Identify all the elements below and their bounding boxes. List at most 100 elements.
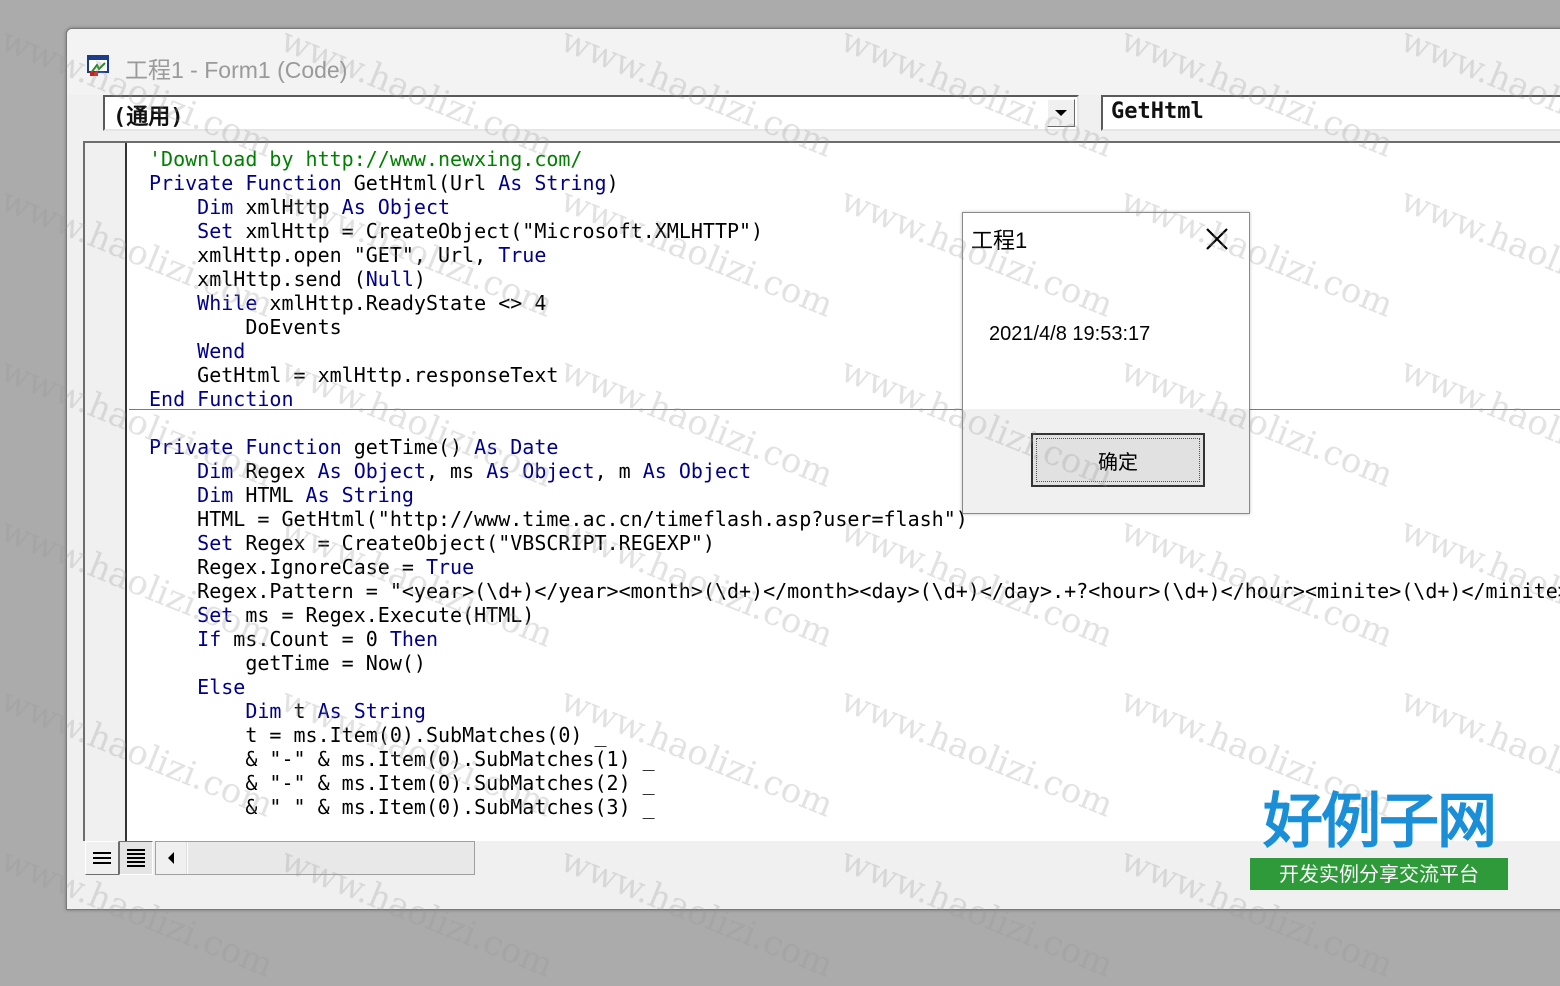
code-keyword: Private Function (149, 435, 342, 459)
close-icon[interactable] (1201, 223, 1233, 255)
code-keyword: Null (365, 267, 414, 291)
code-editor[interactable]: 'Download by http://www.newxing.com/Priv… (83, 141, 1560, 841)
code-keyword: True (425, 555, 475, 579)
code-text: t = ms.Item(0).SubMatches(0) _ (149, 723, 607, 747)
code-text-area[interactable]: 'Download by http://www.newxing.com/Priv… (149, 147, 1560, 841)
code-text: ms = Regex.Execute(HTML) (233, 603, 535, 627)
code-text: GetHtml = xmlHttp.responseText (149, 363, 559, 387)
code-text: DoEvents (149, 315, 342, 339)
code-line[interactable]: Regex.Pattern = "<year>(\d+)</year><mont… (149, 579, 1560, 603)
code-line[interactable]: Private Function GetHtml(Url As String) (149, 171, 1560, 195)
full-module-view-button[interactable] (119, 841, 153, 875)
procedure-dropdown[interactable]: GetHtml (1101, 95, 1560, 131)
code-text: xmlHttp.send ( (149, 267, 366, 291)
code-line[interactable]: Dim t As String (149, 699, 1560, 723)
logo-name: 好例子网 (1263, 787, 1497, 857)
code-keyword: End Function (149, 387, 294, 411)
code-line[interactable]: Private Function getTime() As Date (149, 435, 1560, 459)
scrollbar-track[interactable] (188, 842, 474, 874)
code-text: & "-" & ms.Item(0).SubMatches(1) _ (149, 747, 655, 771)
code-keyword: As Date (474, 435, 559, 459)
procedure-dropdown-value: GetHtml (1111, 99, 1204, 124)
window-title: 工程1 - Form1 (Code) (125, 57, 348, 83)
message-box-content: 工程1 2021/4/8 19:53:17 (963, 213, 1249, 409)
horizontal-scrollbar[interactable] (155, 841, 475, 875)
code-line[interactable]: Wend (149, 339, 1560, 363)
code-line[interactable]: & "-" & ms.Item(0).SubMatches(1) _ (149, 747, 1560, 771)
code-line[interactable]: getTime = Now() (149, 651, 1560, 675)
message-box-dialog: 工程1 2021/4/8 19:53:17 确定 (962, 212, 1250, 514)
code-keyword: Dim (197, 483, 234, 507)
code-line[interactable]: GetHtml = xmlHttp.responseText (149, 363, 1560, 387)
code-keyword: Set (197, 531, 234, 555)
code-line[interactable]: Else (149, 675, 1560, 699)
code-keyword: Dim (197, 459, 234, 483)
margin-indicator-bar[interactable] (85, 143, 127, 841)
code-line[interactable]: Regex.IgnoreCase = True (149, 555, 1560, 579)
code-keyword: Wend (197, 339, 246, 363)
code-text: , m (594, 459, 643, 483)
code-keyword: As String (498, 171, 607, 195)
code-text: & "-" & ms.Item(0).SubMatches(2) _ (149, 771, 655, 795)
code-text: HTML = GetHtml("http://www.time.ac.cn/ti… (149, 507, 968, 531)
code-line[interactable]: Set xmlHttp = CreateObject("Microsoft.XM… (149, 219, 1560, 243)
code-line[interactable]: If ms.Count = 0 Then (149, 627, 1560, 651)
message-box-title: 工程1 (971, 228, 1028, 253)
code-line[interactable]: Dim Regex As Object, ms As Object, m As … (149, 459, 1560, 483)
code-text: Regex.IgnoreCase = (149, 555, 426, 579)
code-line[interactable]: HTML = GetHtml("http://www.time.ac.cn/ti… (149, 507, 1560, 531)
code-text: xmlHttp.open "GET", Url, (149, 243, 499, 267)
code-text: xmlHttp (233, 195, 342, 219)
code-line[interactable]: Set ms = Regex.Execute(HTML) (149, 603, 1560, 627)
code-keyword: As Object (642, 459, 752, 483)
code-line[interactable]: t = ms.Item(0).SubMatches(0) _ (149, 723, 1560, 747)
code-text: HTML (233, 483, 306, 507)
code-text: xmlHttp = CreateObject("Microsoft.XMLHTT… (233, 219, 764, 243)
object-dropdown[interactable]: (通用) (103, 95, 1079, 131)
code-line[interactable]: End Function (149, 387, 1560, 411)
code-keyword: If (197, 627, 222, 651)
code-keyword: Dim (197, 195, 234, 219)
code-keyword: As Object (317, 459, 426, 483)
code-text: t (281, 699, 318, 723)
code-line[interactable]: Dim xmlHttp As Object (149, 195, 1560, 219)
code-text: ) (606, 171, 619, 195)
code-line[interactable]: Dim HTML As String (149, 483, 1560, 507)
code-text: Regex.Pattern = "<year>(\d+)</year><mont… (149, 579, 1560, 603)
ok-button[interactable]: 确定 (1031, 433, 1205, 487)
site-logo: 好例子网 开发实例分享交流平台 (1250, 790, 1508, 894)
code-text: ) (413, 267, 426, 291)
code-line[interactable] (149, 411, 1560, 435)
code-text: xmlHttp.ReadyState <> 4 (257, 291, 547, 315)
procedure-view-button[interactable] (85, 841, 119, 875)
code-keyword: Else (197, 675, 246, 699)
code-keyword: Private Function (149, 171, 342, 195)
code-window: 工程1 - Form1 (Code) (通用) GetHtml 'Downloa… (66, 28, 1560, 910)
code-comment: 'Download by http://www.newxing.com/ (149, 147, 583, 171)
procedure-view-icon (93, 852, 111, 864)
code-keyword: Set (197, 219, 234, 243)
code-keyword: Then (389, 627, 439, 651)
code-line[interactable]: xmlHttp.send (Null) (149, 267, 1560, 291)
code-line[interactable]: While xmlHttp.ReadyState <> 4 (149, 291, 1560, 315)
code-window-icon (87, 55, 111, 77)
code-text: Regex = CreateObject("VBSCRIPT.REGEXP") (233, 531, 715, 555)
code-line[interactable]: DoEvents (149, 315, 1560, 339)
code-line[interactable]: xmlHttp.open "GET", Url, True (149, 243, 1560, 267)
code-line[interactable]: Set Regex = CreateObject("VBSCRIPT.REGEX… (149, 531, 1560, 555)
object-dropdown-value: (通用) (113, 105, 184, 130)
scroll-left-arrow-icon[interactable] (156, 842, 187, 874)
logo-tagline: 开发实例分享交流平台 (1250, 858, 1508, 890)
code-line[interactable]: 'Download by http://www.newxing.com/ (149, 147, 1560, 171)
chevron-down-icon[interactable] (1047, 99, 1075, 127)
code-text: & " " & ms.Item(0).SubMatches(3) _ (149, 795, 655, 819)
code-text: , ms (425, 459, 487, 483)
